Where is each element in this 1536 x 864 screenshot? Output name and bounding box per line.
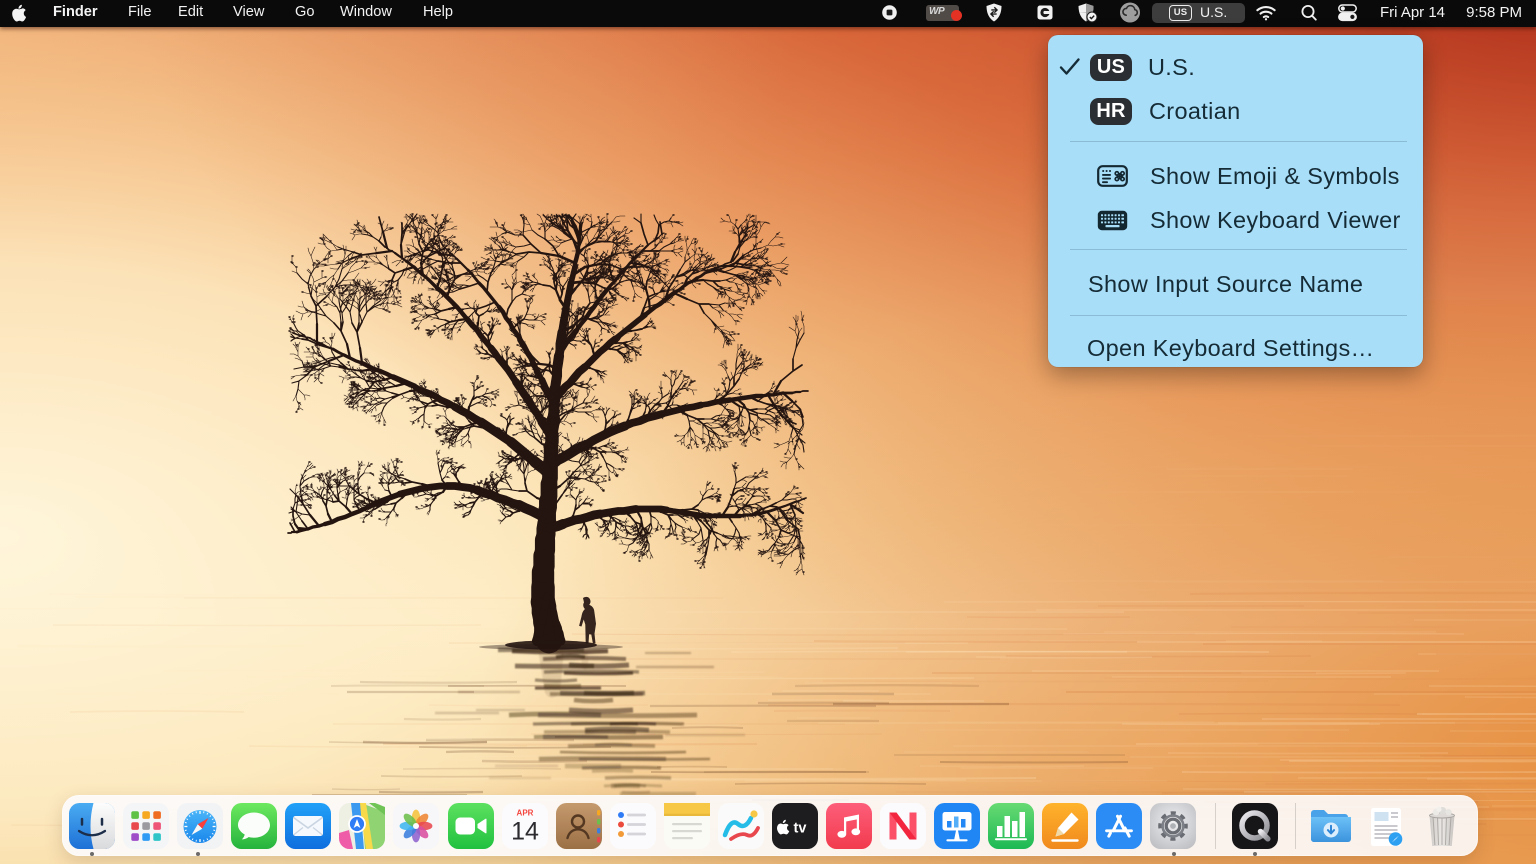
svg-text:APR: APR [516, 809, 533, 818]
svg-text:tv: tv [793, 821, 806, 837]
svg-text:14: 14 [511, 818, 539, 846]
